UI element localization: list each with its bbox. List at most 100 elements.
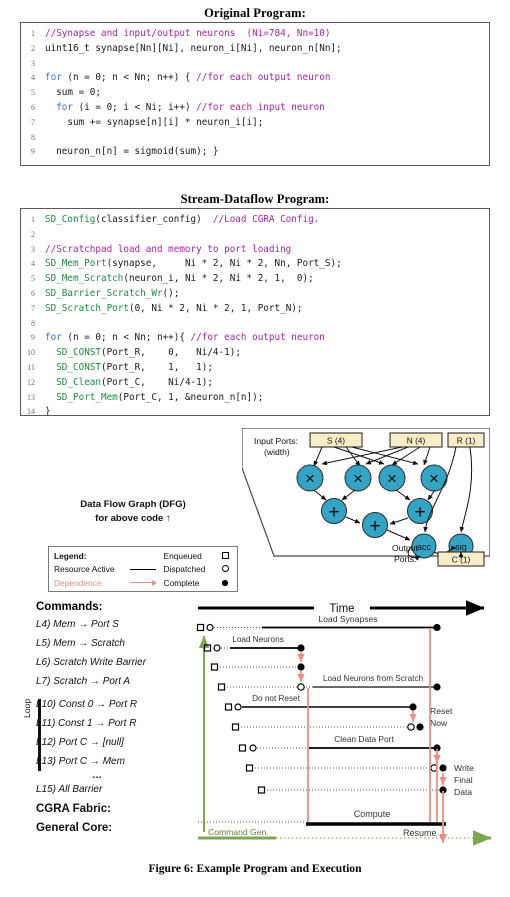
code-line-text: SD_Config(classifier_config) //Load CGRA… <box>45 213 489 228</box>
svg-text:Do not Reset: Do not Reset <box>252 694 301 703</box>
dfg-caption-line2: for above code ↑ <box>95 513 171 524</box>
code-line: 2 <box>21 228 489 243</box>
red-arrow-icon <box>130 580 163 587</box>
code-lines-original: 1 //Synapse and input/output neurons (Ni=… <box>21 27 489 160</box>
command-list-item: CGRA Fabric: <box>36 803 111 815</box>
code-line-number: 2 <box>31 229 35 239</box>
dfg-input-ports-width-label: (width) <box>264 447 290 457</box>
code-token: //for each input neuron <box>196 101 325 113</box>
code-line: 6 SD_Barrier_Scratch_Wr(); <box>21 287 489 302</box>
legend-row-complete: Dependence Complete <box>54 576 232 590</box>
code-line-number: 11 <box>27 362 35 372</box>
svg-text:acc: acc <box>417 542 432 552</box>
code-line: 9 neuron_n[n] = sigmoid(sum); } <box>21 145 489 160</box>
code-line-text: SD_Mem_Scratch(neuron_i, Ni * 2, Ni * 2,… <box>45 272 489 287</box>
code-line-number: 9 <box>31 333 35 343</box>
dfg-output-ports-label-2: Ports: <box>394 554 416 564</box>
code-line-text: //Scratchpad load and memory to port loa… <box>45 243 489 258</box>
svg-text:sig: sig <box>455 542 467 552</box>
code-line-number: 14 <box>27 407 35 416</box>
svg-text:×: × <box>387 469 397 488</box>
code-token: (Port_C, 1, &neuron_n[n]); <box>117 391 264 403</box>
code-line-number: 8 <box>31 132 35 142</box>
svg-text:Data: Data <box>454 787 472 797</box>
code-line-number: 6 <box>31 102 35 112</box>
legend-title: Legend: <box>54 550 87 561</box>
filled-dot-icon <box>218 578 232 588</box>
dfg-caption-line1: Data Flow Graph (DFG) <box>80 499 186 510</box>
svg-text:Clean Data Port: Clean Data Port <box>334 734 394 744</box>
figure-caption: Figure 6: Example Program and Execution <box>148 862 362 875</box>
code-token: (i = 0; i < Ni; i++) <box>73 101 197 113</box>
code-line-text: SD_Port_Mem(Port_C, 1, &neuron_n[n]); <box>45 391 489 406</box>
page-title-stream-dataflow-program: Stream-Dataflow Program: <box>180 192 330 206</box>
code-line-text: for (n = 0; n < Nn; n++) { //for each ou… <box>45 71 489 86</box>
svg-text:Resume: Resume <box>403 828 437 838</box>
command-list-item: L4) Mem → Port S <box>36 619 119 630</box>
code-line-text: uint16_t synapse[Nn][Ni], neuron_i[Ni], … <box>45 42 489 57</box>
legend-label-dispatched: Dispatched <box>163 564 206 575</box>
page-title-original-program: Original Program: <box>204 6 306 20</box>
code-block-stream-dataflow-program: 1 SD_Config(classifier_config) //Load CGR… <box>20 208 490 416</box>
command-list-item: L15) All Barrier <box>36 784 103 795</box>
code-token: neuron_n[n] = sigmoid(sum); } <box>45 146 219 158</box>
svg-text:Command Gen.: Command Gen. <box>208 827 269 837</box>
code-line-number: 12 <box>27 377 35 387</box>
dfg-input-ports-label: Input Ports: <box>254 436 298 446</box>
code-line: 14} <box>21 405 489 416</box>
code-line-number: 13 <box>27 392 35 402</box>
svg-text:Compute: Compute <box>354 809 391 819</box>
code-token: (); <box>162 287 180 299</box>
code-token: SD_Mem_Port <box>45 258 107 270</box>
command-list-item: General Core: <box>36 822 113 834</box>
code-line: 3 //Scratchpad load and memory to port lo… <box>21 243 489 258</box>
code-token: (Port_R, 1, 1); <box>100 361 213 373</box>
code-line-number: 3 <box>31 244 35 254</box>
code-line: 13 SD_Port_Mem(Port_C, 1, &neuron_n[n]); <box>21 391 489 406</box>
code-line: 5 sum = 0; <box>21 86 489 101</box>
command-list-item: L5) Mem → Scratch <box>36 638 125 649</box>
code-line-number: 3 <box>31 58 35 68</box>
code-line-text: SD_Clean(Port_C, Ni/4-1); <box>45 376 489 391</box>
code-token: uint16_t synapse[Nn][Ni], neuron_i[Ni], … <box>45 42 342 54</box>
code-line-text: SD_Barrier_Scratch_Wr(); <box>45 287 489 302</box>
loop-label: Loop <box>22 698 32 718</box>
code-line: 1 SD_Config(classifier_config) //Load CGR… <box>21 213 489 228</box>
code-line-text: //Synapse and input/output neurons (Ni=7… <box>45 27 489 42</box>
code-line-number: 4 <box>31 73 35 83</box>
code-line-text: for (n = 0; n < Nn; n++){ //for each out… <box>45 331 489 346</box>
svg-text:N (4): N (4) <box>407 436 426 446</box>
solid-line-icon <box>130 568 163 570</box>
code-token: SD_Barrier_Scratch_Wr <box>45 287 163 299</box>
code-token: SD_Mem_Scratch <box>45 273 124 285</box>
code-token: (synapse, Ni * 2, Ni * 2, Nn, Port_S); <box>106 258 342 270</box>
code-line: 5 SD_Mem_Scratch(neuron_i, Ni * 2, Ni * 2… <box>21 272 489 287</box>
svg-text:+: + <box>328 502 339 523</box>
command-list-item: L11) Const 1 → Port R <box>36 718 137 729</box>
code-line-number: 10 <box>27 348 35 358</box>
code-token: SD_Port_Mem <box>56 391 118 403</box>
svg-text:+: + <box>369 516 380 537</box>
dataflow-graph-callout: Input Ports: (width) S (4) N (4) R (1) ×… <box>242 428 490 570</box>
code-token: (n = 0; n < Nn; n++) { <box>61 72 197 84</box>
code-token: SD_Clean <box>56 376 101 388</box>
code-line: 7 sum += synapse[n][i] * neuron_i[i]; <box>21 116 489 131</box>
code-block-original-program: 1 //Synapse and input/output neurons (Ni=… <box>20 22 490 166</box>
legend-label-dependence: Dependence <box>54 577 102 588</box>
execution-timeline: Time Load Synapses Load Neurons Load Neu… <box>196 598 502 850</box>
code-token: sum = 0; <box>45 87 101 99</box>
legend-label-resource-active: Resource Active <box>54 564 115 575</box>
code-line: 12 SD_Clean(Port_C, Ni/4-1); <box>21 376 489 391</box>
code-token: SD_CONST <box>56 347 101 359</box>
code-line-number: 7 <box>31 117 35 127</box>
legend-row-enqueued: Legend: Enqueued <box>54 549 232 563</box>
svg-text:R (1): R (1) <box>457 436 476 446</box>
svg-text:×: × <box>305 469 315 488</box>
svg-text:Load Neurons: Load Neurons <box>232 635 283 644</box>
code-token: for <box>45 332 62 344</box>
dfg-input-port-r: R (1) <box>447 432 485 448</box>
code-token: (Port_C, Ni/4-1); <box>100 376 213 388</box>
